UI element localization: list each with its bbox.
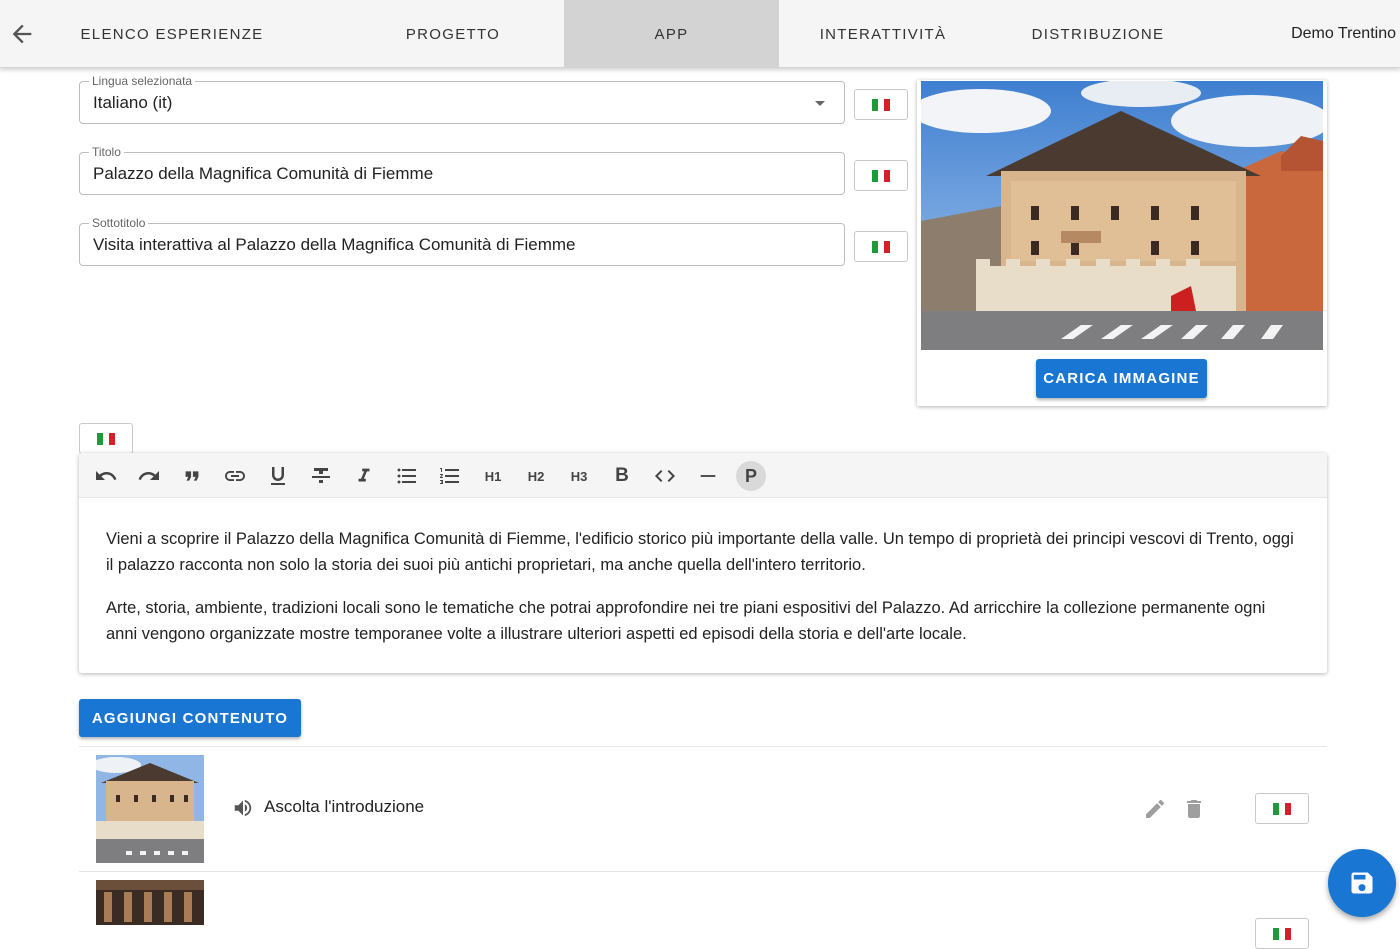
content-thumbnail bbox=[96, 755, 204, 863]
italian-flag-icon bbox=[872, 240, 890, 253]
title-field[interactable]: Titolo Palazzo della Magnifica Comunità … bbox=[79, 145, 845, 195]
heading-3-button[interactable]: H3 bbox=[564, 461, 594, 491]
subtitle-flag-button[interactable] bbox=[854, 231, 908, 262]
title-flag-button[interactable] bbox=[854, 160, 908, 191]
upload-image-button[interactable]: CARICA IMMAGINE bbox=[1036, 359, 1207, 398]
title-field-label: Titolo bbox=[89, 145, 124, 159]
title-field-value: Palazzo della Magnifica Comunità di Fiem… bbox=[93, 164, 434, 183]
top-navigation-bar: ELENCO ESPERIENZE PROGETTO APP INTERATTI… bbox=[0, 0, 1400, 68]
italian-flag-icon bbox=[1273, 927, 1291, 940]
bold-button[interactable]: B bbox=[607, 461, 637, 491]
language-flag-button[interactable] bbox=[854, 89, 908, 120]
undo-icon[interactable] bbox=[91, 461, 121, 491]
content-thumbnail bbox=[96, 880, 204, 925]
redo-icon[interactable] bbox=[134, 461, 164, 491]
italian-flag-icon bbox=[872, 98, 890, 111]
dropdown-caret-icon[interactable] bbox=[815, 101, 825, 106]
volume-icon bbox=[234, 799, 252, 817]
cover-image-card: CARICA IMMAGINE bbox=[917, 80, 1327, 406]
language-select[interactable]: Lingua selezionata Italiano (it) bbox=[79, 74, 845, 124]
content-flag-button[interactable] bbox=[1255, 793, 1309, 824]
user-name[interactable]: Demo Trentino bbox=[1291, 0, 1396, 68]
editor-paragraph: Vieni a scoprire il Palazzo della Magnif… bbox=[106, 530, 1294, 574]
delete-trash-icon[interactable] bbox=[1182, 797, 1206, 821]
horizontal-rule-icon[interactable] bbox=[693, 461, 723, 491]
edit-pencil-icon[interactable] bbox=[1143, 797, 1167, 821]
editor-paragraph: Arte, storia, ambiente, tradizioni local… bbox=[106, 599, 1266, 643]
back-arrow-icon[interactable] bbox=[8, 20, 36, 48]
code-icon[interactable] bbox=[650, 461, 680, 491]
content-flag-button[interactable] bbox=[1255, 918, 1309, 949]
tab-progetto[interactable]: PROGETTO bbox=[346, 0, 560, 68]
heading-2-button[interactable]: H2 bbox=[521, 461, 551, 491]
cover-image bbox=[921, 81, 1323, 350]
link-icon[interactable] bbox=[220, 461, 250, 491]
editor-flag-button[interactable] bbox=[79, 423, 133, 454]
numbered-list-icon[interactable] bbox=[435, 461, 465, 491]
subtitle-field-value: Visita interattiva al Palazzo della Magn… bbox=[93, 235, 576, 254]
heading-1-button[interactable]: H1 bbox=[478, 461, 508, 491]
subtitle-field-label: Sottotitolo bbox=[89, 216, 149, 230]
language-select-value: Italiano (it) bbox=[93, 93, 173, 112]
add-content-button[interactable]: AGGIUNGI CONTENUTO bbox=[79, 699, 301, 737]
content-item-title: Ascolta l'introduzione bbox=[264, 797, 425, 816]
italian-flag-icon bbox=[872, 169, 890, 182]
editor-content[interactable]: Vieni a scoprire il Palazzo della Magnif… bbox=[79, 498, 1327, 647]
italian-flag-icon bbox=[97, 432, 115, 445]
blockquote-icon[interactable] bbox=[177, 461, 207, 491]
subtitle-field[interactable]: Sottotitolo Visita interattiva al Palazz… bbox=[79, 216, 845, 266]
italian-flag-icon bbox=[1273, 802, 1291, 815]
description-editor[interactable]: H1 H2 H3 B P Vieni a scoprire il Palazzo… bbox=[79, 453, 1327, 673]
editor-toolbar: H1 H2 H3 B P bbox=[79, 453, 1327, 498]
strikethrough-icon[interactable] bbox=[306, 461, 336, 491]
list-divider bbox=[79, 746, 1327, 747]
tab-app[interactable]: APP bbox=[564, 0, 779, 68]
save-button[interactable] bbox=[1328, 849, 1396, 917]
save-floppy-icon bbox=[1351, 872, 1373, 894]
tab-interattivita[interactable]: INTERATTIVITÀ bbox=[779, 0, 987, 68]
tab-distribuzione[interactable]: DISTRIBUZIONE bbox=[992, 0, 1204, 68]
underline-icon[interactable] bbox=[263, 461, 293, 491]
bullet-list-icon[interactable] bbox=[392, 461, 422, 491]
list-divider bbox=[79, 871, 1327, 872]
language-select-label: Lingua selezionata bbox=[89, 74, 196, 88]
paragraph-button[interactable]: P bbox=[736, 461, 766, 491]
italic-icon[interactable] bbox=[349, 461, 379, 491]
tab-elenco-esperienze[interactable]: ELENCO ESPERIENZE bbox=[62, 0, 282, 68]
